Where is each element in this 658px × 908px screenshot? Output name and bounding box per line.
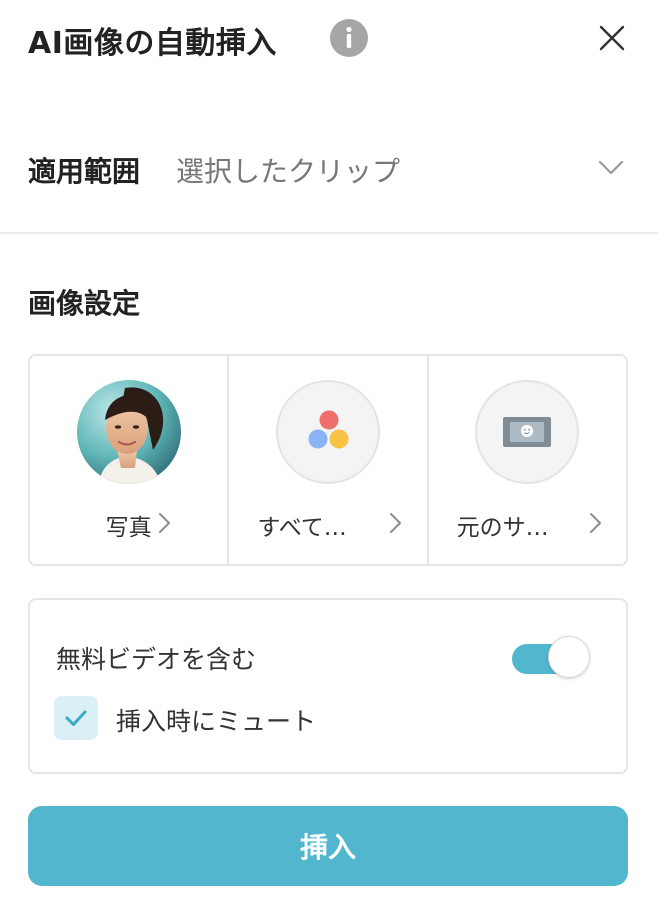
scope-label: 適用範囲 <box>28 155 141 188</box>
close-icon[interactable] <box>596 22 628 54</box>
chevron-down-icon <box>596 152 626 182</box>
image-option-label: すべて… <box>257 515 347 541</box>
portrait-photo-thumbnail <box>76 380 181 484</box>
mute-label: 挿入時にミュート <box>116 707 317 736</box>
scope-selected-value: 選択したクリップ <box>176 155 401 188</box>
toggle-knob <box>548 636 590 678</box>
three-colored-dots-icon <box>275 380 380 484</box>
mute-checkbox[interactable] <box>54 696 98 740</box>
include-free-video-toggle[interactable] <box>512 634 592 680</box>
video-settings-box: 無料ビデオを含む 挿入時にミュート <box>28 598 628 774</box>
scope-dropdown[interactable]: 適用範囲 選択したクリップ <box>0 130 658 206</box>
image-frame-icon <box>475 380 580 484</box>
chevron-right-icon <box>587 510 605 536</box>
chevron-right-icon <box>156 510 174 536</box>
image-options-group: 写真 すべて… 元のサ… <box>28 354 628 566</box>
image-option-all[interactable]: すべて… <box>227 356 426 564</box>
image-option-label: 元のサ… <box>456 515 549 541</box>
image-option-photo[interactable]: 写真 <box>30 356 227 564</box>
image-option-original-size[interactable]: 元のサ… <box>426 356 626 564</box>
include-free-video-label: 無料ビデオを含む <box>56 645 257 674</box>
divider <box>0 232 658 234</box>
image-settings-title: 画像設定 <box>28 287 141 320</box>
dialog-title: AI画像の自動挿入 <box>28 26 277 61</box>
chevron-right-icon <box>387 510 405 536</box>
image-option-label: 写真 <box>105 515 152 541</box>
dialog-header: AI画像の自動挿入 <box>0 0 658 80</box>
insert-button[interactable]: 挿入 <box>28 806 628 886</box>
info-icon[interactable] <box>330 19 368 57</box>
